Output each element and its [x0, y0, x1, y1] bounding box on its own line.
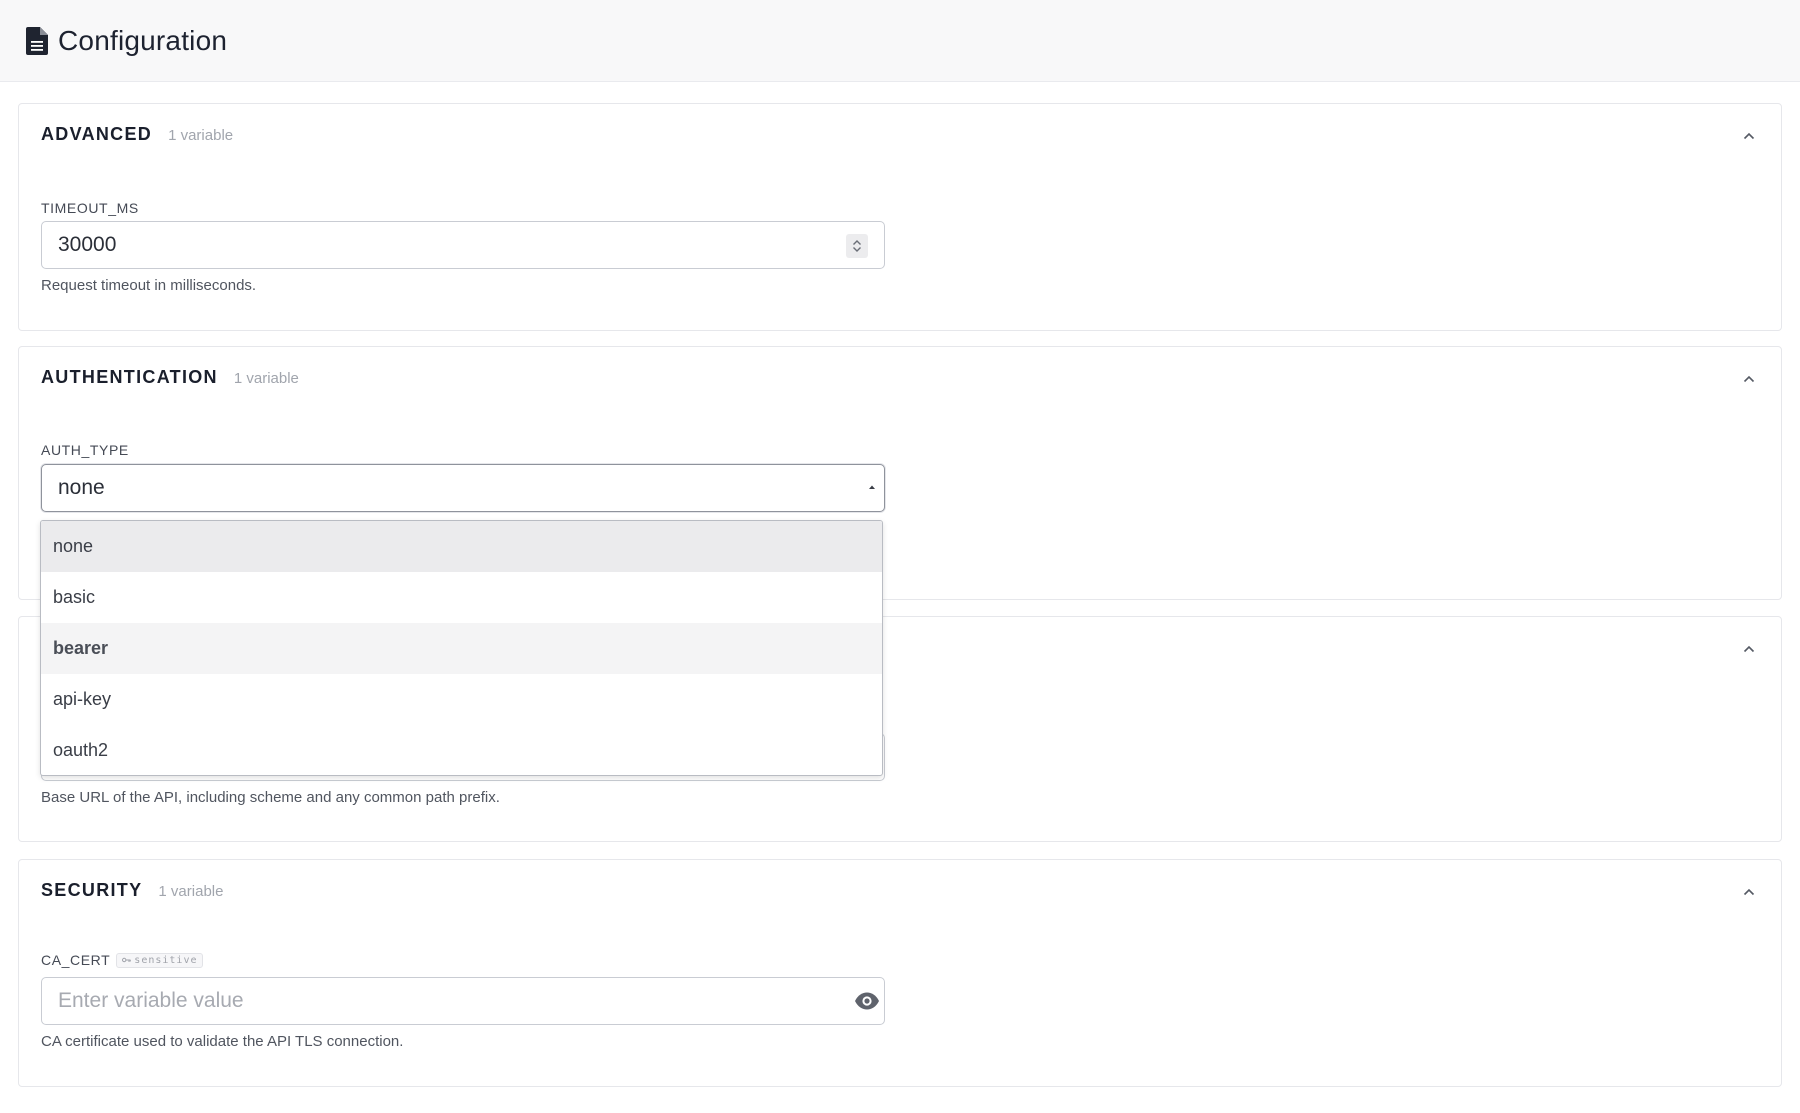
number-stepper[interactable]: [846, 234, 868, 258]
chevron-down-icon: [853, 247, 861, 252]
collapse-button[interactable]: [1739, 371, 1759, 387]
section-variable-count: 1 variable: [233, 370, 299, 387]
field-label: TIMEOUT_MS: [41, 200, 139, 216]
dropdown-option-bearer[interactable]: bearer: [41, 623, 882, 674]
page-header: Configuration: [0, 0, 1800, 82]
section-header[interactable]: AUTHENTICATION 1 variable: [41, 367, 299, 388]
document-icon: [26, 26, 48, 55]
chevron-up-icon: [1743, 888, 1755, 896]
sensitive-badge: sensitive: [116, 952, 204, 968]
section-security: SECURITY 1 variable CA_CERT sensitive En…: [18, 859, 1782, 1087]
field-help-text: CA certificate used to validate the API …: [41, 1033, 404, 1050]
select-value: none: [58, 476, 105, 499]
auth-type-dropdown: none basic bearer api-key oauth2: [40, 520, 883, 776]
field-label-text: CA_CERT: [41, 952, 111, 968]
dropdown-option-oauth2[interactable]: oauth2: [41, 725, 882, 775]
ca-cert-input[interactable]: Enter variable value: [41, 977, 885, 1025]
section-header[interactable]: ADVANCED 1 variable: [41, 124, 233, 145]
section-title: AUTHENTICATION: [41, 367, 218, 387]
section-variable-count: 1 variable: [168, 127, 234, 144]
toggle-visibility-button[interactable]: [854, 991, 880, 1017]
input-value: 30000: [58, 233, 117, 256]
section-title: SECURITY: [41, 880, 143, 900]
dropdown-option-api-key[interactable]: api-key: [41, 674, 882, 725]
collapse-button[interactable]: [1739, 884, 1759, 900]
badge-label: sensitive: [134, 954, 198, 966]
collapse-button[interactable]: [1739, 128, 1759, 144]
section-title: ADVANCED: [41, 124, 153, 144]
field-help-text: Base URL of the API, including scheme an…: [41, 789, 500, 806]
page-title: Configuration: [58, 24, 228, 56]
field-label: CA_CERT sensitive: [41, 952, 204, 968]
field-help-text: Request timeout in milliseconds.: [41, 277, 257, 294]
collapse-button[interactable]: [1739, 641, 1759, 657]
chevron-up-icon: [1743, 375, 1755, 383]
timeout-ms-input[interactable]: 30000: [41, 221, 885, 269]
section-advanced: ADVANCED 1 variable TIMEOUT_MS 30000 Req…: [18, 103, 1782, 331]
caret-up-icon: [869, 485, 875, 489]
auth-type-select[interactable]: none: [41, 464, 885, 512]
chevron-up-icon: [1743, 132, 1755, 140]
dropdown-option-none[interactable]: none: [41, 521, 882, 572]
eye-icon: [855, 992, 879, 1010]
field-label: AUTH_TYPE: [41, 442, 129, 458]
dropdown-option-basic[interactable]: basic: [41, 572, 882, 623]
section-header[interactable]: SECURITY 1 variable: [41, 880, 223, 901]
key-icon: [122, 957, 132, 963]
chevron-up-icon: [1743, 645, 1755, 653]
input-placeholder: Enter variable value: [58, 989, 244, 1012]
section-variable-count: 1 variable: [158, 883, 224, 900]
chevron-up-icon: [853, 240, 861, 245]
